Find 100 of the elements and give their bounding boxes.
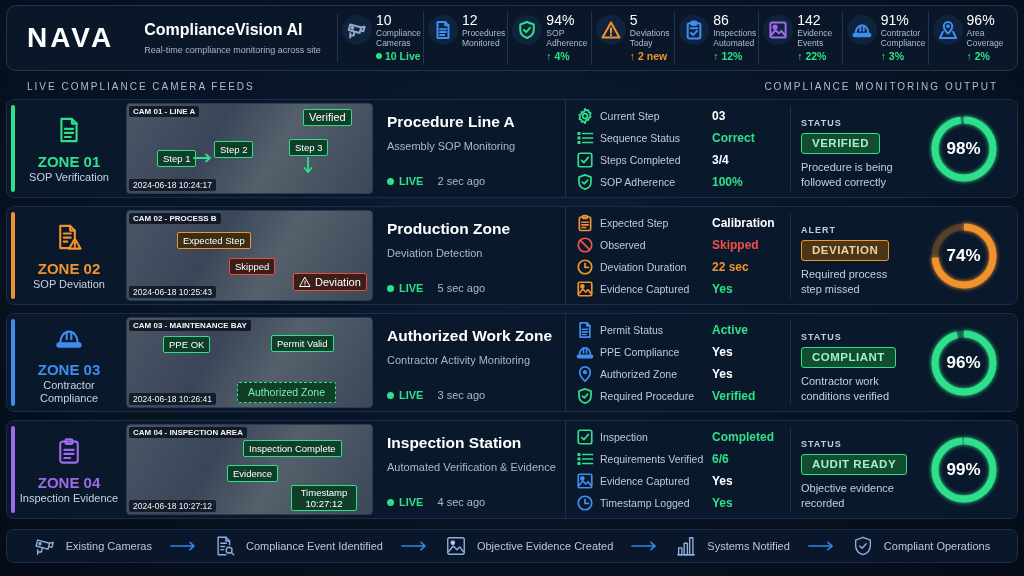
update-time: 5 sec ago [437, 282, 486, 294]
arrow-icon [400, 541, 427, 551]
stat-label: Procedures Monitored [461, 28, 506, 48]
status-badge: COMPLIANT [801, 347, 896, 368]
workflow-step: Objective Evidence Created [476, 540, 614, 552]
stat-label: Deviations Today [629, 28, 670, 48]
arrow-icon [169, 541, 196, 551]
metric-value: 03 [712, 108, 727, 123]
metric-label: Expected Step [600, 216, 670, 229]
stat-value: 96% [966, 12, 996, 28]
status-dot-icon [387, 284, 394, 292]
zone-label: Inspection Evidence [19, 492, 119, 505]
detection-label: Step 3 [289, 139, 329, 156]
metric-label: Requirements Verified [600, 452, 705, 465]
detection-label: Verified [303, 109, 352, 126]
status-dot-icon [387, 391, 394, 399]
status-description: Required process step missed [801, 267, 889, 297]
app-title: ComplianceVision AI [144, 20, 304, 40]
camera-label: CAM 01 - LINE A [129, 106, 200, 117]
metric-label: PPE Compliance [600, 345, 681, 358]
arrow-icon [807, 541, 834, 551]
metric-label: Evidence Captured [600, 282, 691, 295]
metric-value: Verified [712, 388, 757, 403]
stat-trend: ↑ 3% [880, 50, 904, 62]
metric-value: 6/6 [712, 451, 730, 466]
stat-label: SOP Adherence [546, 28, 588, 48]
camera-timestamp: 2024-06-18 10:27:12 [129, 500, 216, 512]
zone-subtitle: Assembly SOP Monitoring [387, 139, 517, 153]
status-heading: STATUS [801, 332, 842, 343]
metric-label: Observed [600, 238, 647, 251]
metric-label: SOP Adherence [600, 175, 677, 188]
status-heading: STATUS [801, 439, 842, 450]
metric-label: Authorized Zone [600, 367, 679, 380]
camera-label: CAM 03 - MAINTENANCE BAY [129, 320, 251, 331]
score-value: 96% [946, 352, 981, 373]
stat-trend: ↑ 22% [797, 50, 827, 62]
status-badge: VERIFIED [801, 133, 881, 154]
zone-subtitle: Contractor Activity Monitoring [387, 353, 532, 367]
stat-trend: ↑ 4% [546, 50, 570, 62]
detection-label: Step 2 [214, 141, 254, 158]
metric-value: 22 sec [712, 259, 750, 274]
zone-title: Authorized Work Zone [387, 326, 554, 346]
zone-subtitle: Automated Verification & Evidence [387, 460, 557, 474]
metric-value: Yes [712, 495, 734, 510]
status-dot-icon [376, 53, 382, 59]
zone-title: Procedure Line A [387, 112, 516, 132]
bar-chart-icon [675, 535, 698, 557]
status-description: Contractor work conditions verified [801, 374, 891, 404]
status-heading: STATUS [801, 118, 842, 129]
metric-label: Current Step [600, 109, 661, 122]
arrow-icon [193, 153, 213, 163]
zone-subtitle: Deviation Detection [387, 246, 484, 260]
metric-label: Deviation Duration [600, 260, 688, 273]
score-value: 98% [946, 138, 981, 159]
status-dot-icon [387, 177, 394, 185]
map-pin-icon [932, 15, 963, 45]
zone-name: ZONE 03 [37, 360, 101, 379]
metric-label: Permit Status [600, 323, 665, 336]
metric-label: Timestamp Logged [600, 496, 691, 509]
stat-value: 91% [880, 12, 910, 28]
detection-label: Timestamp 10:27:12 [291, 485, 357, 511]
metric-value: Skipped [712, 237, 760, 252]
stat-value: 142 [797, 12, 822, 28]
detection-label: Expected Step [177, 232, 251, 249]
live-indicator: LIVE [399, 496, 424, 508]
hard-hat-icon [846, 15, 877, 45]
status-badge: AUDIT READY [801, 454, 908, 475]
document-icon [427, 15, 458, 45]
logo-text: NAVA [27, 24, 115, 52]
security-camera-icon [342, 15, 372, 45]
metric-value: Completed [712, 429, 775, 444]
zone-title: Production Zone [387, 219, 512, 239]
stat-trend: ↑ 2% [966, 50, 990, 62]
metric-value: Correct [712, 130, 756, 145]
stat-value: 86 [713, 12, 730, 28]
detection-label: Step 1 [157, 150, 197, 167]
stat-label: Area Coverage [966, 28, 1004, 48]
score-value: 99% [946, 459, 981, 480]
score-value: 74% [946, 245, 981, 266]
metric-value: Calibration [712, 215, 776, 230]
stat-value: 12 [461, 12, 479, 28]
status-description: Objective evidence recorded [801, 481, 895, 511]
image-icon [444, 535, 467, 557]
metric-label: Inspection [600, 430, 649, 443]
workflow-step: Compliance Event Identified [245, 540, 383, 552]
workflow-step: Existing Cameras [65, 540, 152, 552]
detection-label: Skipped [229, 258, 276, 275]
arrow-icon [303, 157, 313, 175]
zone-label: SOP Deviation [33, 278, 105, 291]
stat-value: 5 [629, 12, 639, 28]
update-time: 2 sec ago [437, 175, 486, 187]
metric-value: Yes [712, 366, 734, 381]
camera-timestamp: 2024-06-18 10:25:43 [129, 286, 216, 298]
stat-trend: ↑ 12% [713, 50, 743, 62]
zone-name: ZONE 04 [37, 474, 101, 492]
zone-label: SOP Verification [29, 171, 109, 184]
zone-title: Inspection Station [387, 433, 523, 453]
metric-label: Steps Completed [600, 153, 682, 166]
stat-trend: 10 Live [385, 50, 421, 62]
metric-value: 3/4 [712, 152, 730, 167]
